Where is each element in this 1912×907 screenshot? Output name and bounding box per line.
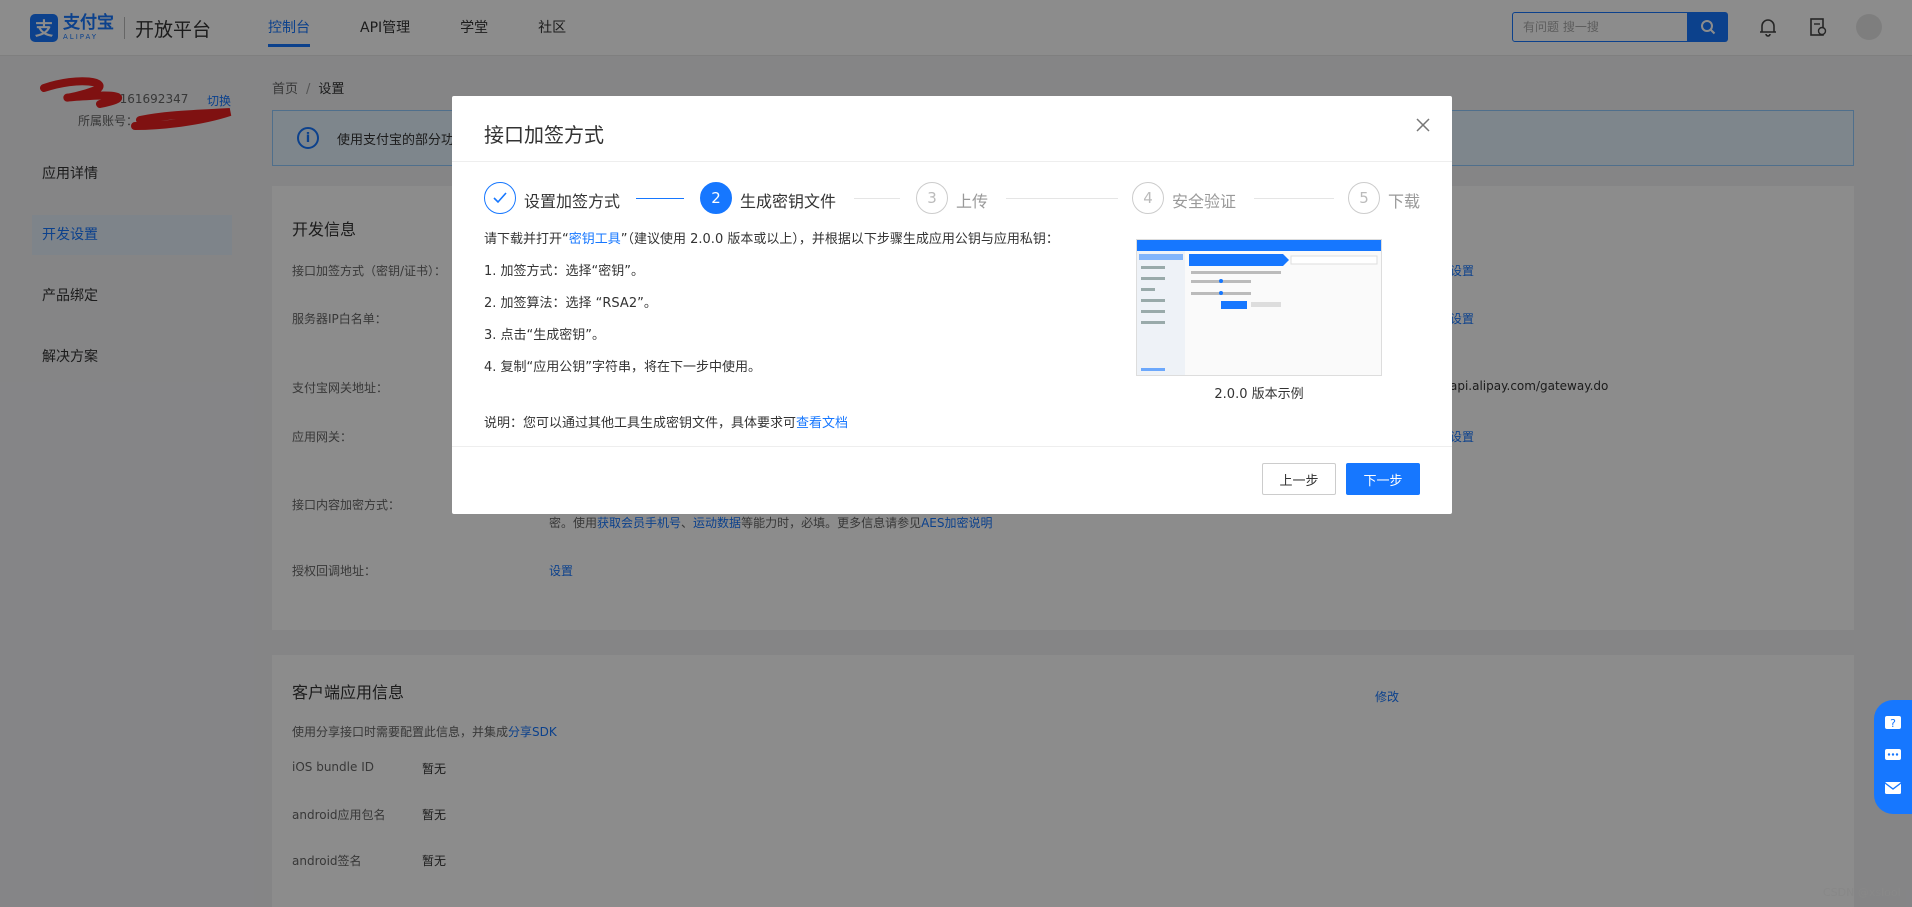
- svg-text:?: ?: [1890, 717, 1896, 730]
- question-icon: ?: [1885, 716, 1901, 730]
- mail-icon: [1884, 782, 1902, 794]
- key-tool-link[interactable]: 密钥工具: [569, 232, 621, 247]
- step-2-label: 生成密钥文件: [740, 192, 837, 211]
- check-icon: [493, 192, 507, 204]
- key-tool-screenshot: [1137, 240, 1381, 375]
- intro-suffix: ”（建议使用 2.0.0 版本或以上），并根据以下步骤生成应用公钥与应用私钥：: [620, 232, 1059, 247]
- feedback-button[interactable]: [1883, 778, 1903, 798]
- previous-step-button[interactable]: 上一步: [1262, 463, 1336, 495]
- step-3-circle: 3: [916, 182, 948, 214]
- intro-line: 请下载并打开“密钥工具”（建议使用 2.0.0 版本或以上），并根据以下步骤生成…: [484, 228, 1059, 247]
- next-step-button[interactable]: 下一步: [1346, 463, 1420, 495]
- step-connector-1: [636, 198, 684, 199]
- note-prefix: 说明：您可以通过其他工具生成密钥文件，具体要求可: [484, 416, 797, 431]
- chat-icon: [1885, 749, 1901, 760]
- close-button[interactable]: [1412, 114, 1434, 136]
- instruction-2: 2. 加签算法：选择 “RSA2”。: [484, 296, 657, 311]
- floating-help-bar: ?: [1874, 700, 1912, 814]
- chat-button[interactable]: [1883, 746, 1903, 766]
- step-connector-2: [854, 198, 900, 199]
- view-docs-link[interactable]: 查看文档: [796, 416, 848, 431]
- key-tool-preview-image: [1136, 239, 1382, 376]
- step-5-circle: 5: [1348, 182, 1380, 214]
- note-line: 说明：您可以通过其他工具生成密钥文件，具体要求可查看文档: [484, 412, 848, 431]
- step-1-label: 设置加签方式: [524, 192, 621, 211]
- step-2-circle: 2: [700, 182, 732, 214]
- close-icon: [1416, 118, 1430, 132]
- modal-title: 接口加签方式: [484, 123, 604, 147]
- step-1-circle: [484, 182, 516, 214]
- help-button[interactable]: ?: [1883, 714, 1903, 734]
- preview-caption: 2.0.0 版本示例: [1214, 387, 1304, 402]
- instruction-3: 3. 点击“生成密钥”。: [484, 328, 606, 343]
- sign-method-modal: 接口加签方式 设置加签方式 2 生成密钥文件 3 上传 4 安全验证 5 下载 …: [452, 96, 1452, 514]
- instruction-1: 1. 加签方式：选择“密钥”。: [484, 264, 645, 279]
- step-4-label: 安全验证: [1172, 192, 1237, 211]
- modal-header: 接口加签方式: [452, 96, 1452, 162]
- step-3-label: 上传: [956, 192, 989, 211]
- instruction-4: 4. 复制“应用公钥”字符串，将在下一步中使用。: [484, 360, 762, 375]
- step-5-label: 下载: [1388, 192, 1421, 211]
- step-connector-4: [1254, 198, 1334, 199]
- modal-footer: 上一步 下一步: [452, 446, 1452, 514]
- step-progress: 设置加签方式 2 生成密钥文件 3 上传 4 安全验证 5 下载: [484, 182, 1420, 216]
- step-4-circle: 4: [1132, 182, 1164, 214]
- intro-prefix: 请下载并打开“: [484, 232, 569, 247]
- watermark: CSDN @xslool: [1823, 886, 1901, 899]
- step-connector-3: [1006, 198, 1118, 199]
